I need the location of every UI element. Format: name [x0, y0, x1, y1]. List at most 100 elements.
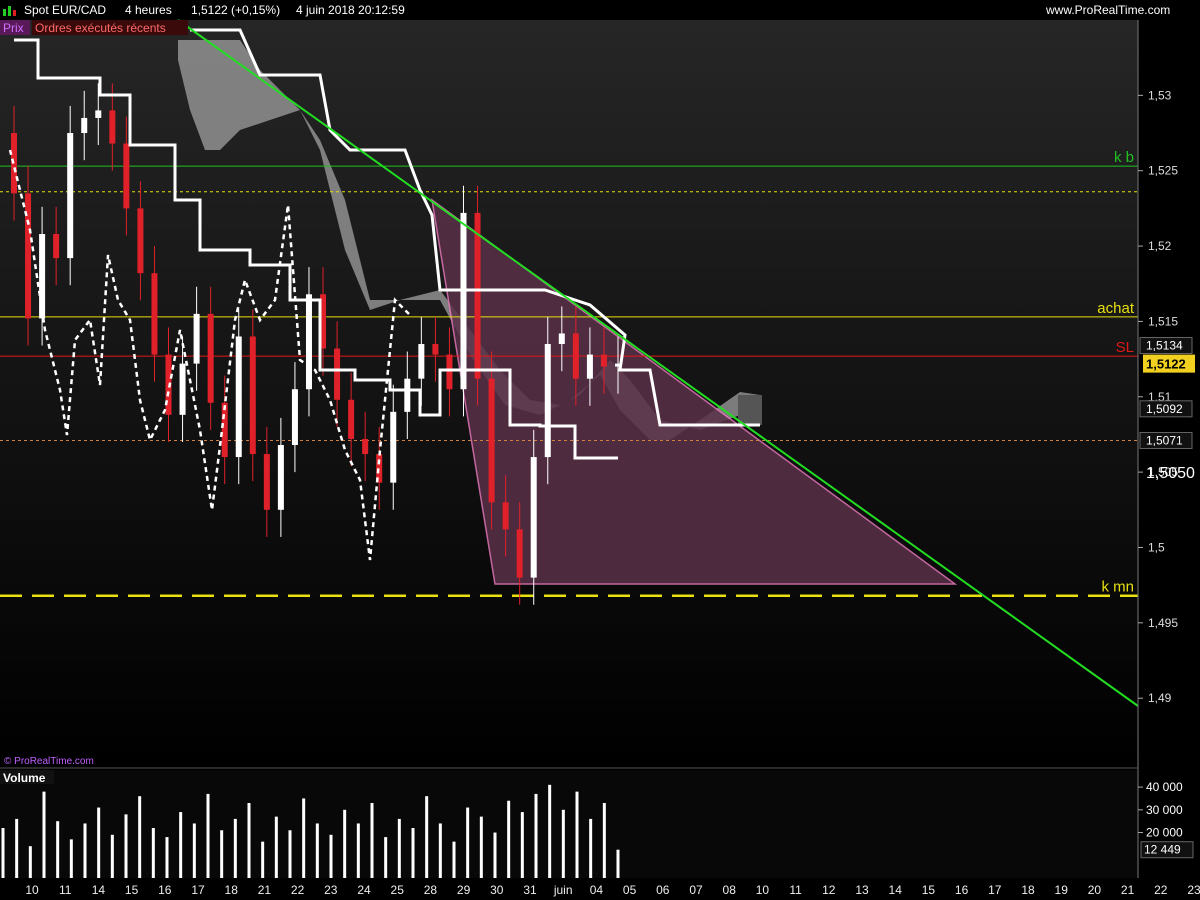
volume-panel-bg — [0, 770, 1138, 878]
candle-body — [474, 212, 481, 379]
x-date-label: 21 — [1121, 883, 1135, 897]
x-date-label: 14 — [92, 883, 106, 897]
x-date-label: 16 — [158, 883, 172, 897]
watermark: © ProRealTime.com — [4, 756, 94, 767]
candle-body — [179, 363, 186, 415]
volume-bar — [561, 809, 565, 878]
orders-panel-label: Ordres exécutés récents — [35, 21, 166, 35]
volume-panel-label: Volume — [3, 771, 46, 785]
volume-bar — [110, 834, 114, 878]
volume-bar — [138, 796, 142, 878]
candle-body — [53, 234, 60, 259]
x-date-label: juin — [553, 883, 573, 897]
candle-body — [530, 457, 537, 578]
volume-bar — [534, 793, 538, 878]
candle-body — [249, 336, 256, 455]
candle-body — [67, 133, 74, 259]
x-date-label: 24 — [357, 883, 371, 897]
candle-body — [291, 389, 298, 445]
x-date-label: 16 — [955, 883, 969, 897]
price-panel-label: Prix — [3, 21, 24, 35]
x-date-label: 11 — [59, 883, 72, 897]
x-date-label: 14 — [889, 883, 903, 897]
volume-bar — [261, 841, 265, 878]
candle-body — [600, 354, 607, 367]
volume-bar — [589, 818, 593, 878]
volume-bar — [274, 816, 278, 878]
price-chart: 1,531,5251,521,5151,511,5051,51,4951,491… — [0, 19, 1200, 897]
y-tick-label: 1,525 — [1148, 164, 1178, 178]
candle-body — [81, 117, 88, 134]
level-label: achat — [1097, 300, 1135, 317]
candle-body — [334, 348, 341, 400]
x-date-label: 11 — [789, 883, 802, 897]
x-date-label: 22 — [291, 883, 305, 897]
y-tick-label: 1,495 — [1148, 616, 1178, 630]
volume-bar — [520, 812, 524, 878]
candle-body — [432, 344, 439, 355]
x-date-label: 22 — [1154, 883, 1168, 897]
volume-bar — [1, 828, 5, 878]
x-date-label: 31 — [523, 883, 537, 897]
candle-body — [263, 454, 270, 510]
volume-bar — [602, 803, 606, 878]
candle-body — [362, 438, 369, 455]
x-date-label: 05 — [623, 883, 637, 897]
x-date-label: 23 — [324, 883, 338, 897]
volume-bar — [479, 816, 483, 878]
volume-bar — [192, 823, 196, 878]
volume-bar — [329, 834, 333, 878]
level-label: k b — [1114, 149, 1134, 166]
x-date-label: 19 — [1055, 883, 1069, 897]
volume-bar — [179, 812, 183, 878]
candle-body — [193, 313, 200, 364]
volume-tick-label: 40 000 — [1146, 780, 1183, 794]
volume-bar — [233, 818, 237, 878]
x-date-label: 17 — [988, 883, 1002, 897]
level-label: k mn — [1101, 579, 1134, 596]
x-date-label: 30 — [490, 883, 504, 897]
candle-body — [123, 143, 130, 209]
candle-body — [558, 333, 565, 345]
candle-body — [544, 344, 551, 458]
candle-body — [460, 212, 467, 390]
y-tick-label: 1,515 — [1148, 314, 1178, 328]
x-date-label: 08 — [723, 883, 737, 897]
level-label: SL — [1116, 339, 1134, 356]
volume-bar — [548, 784, 552, 878]
price-marker-label: 1,5134 — [1146, 339, 1183, 353]
x-date-label: 10 — [756, 883, 770, 897]
x-date-label: 17 — [191, 883, 205, 897]
volume-tick-label: 20 000 — [1146, 826, 1183, 840]
x-date-label: 21 — [258, 883, 272, 897]
volume-bar — [356, 823, 360, 878]
candle-body — [207, 313, 214, 403]
volume-bar — [206, 793, 210, 878]
volume-bar — [397, 818, 401, 878]
volume-bar — [315, 823, 319, 878]
candle-body — [502, 502, 509, 530]
candle-body — [418, 344, 425, 379]
x-date-label: 04 — [590, 883, 604, 897]
y-tick-label: 1,49 — [1148, 691, 1172, 705]
volume-bar — [124, 814, 128, 878]
x-date-label: 20 — [1088, 883, 1102, 897]
volume-bar — [466, 807, 470, 878]
y-tick-label: 1,52 — [1148, 239, 1172, 253]
x-date-label: 15 — [922, 883, 936, 897]
x-date-label: 10 — [25, 883, 39, 897]
volume-bar — [452, 841, 456, 878]
volume-bar — [42, 791, 46, 878]
x-date-label: 29 — [457, 883, 471, 897]
candle-body — [390, 411, 397, 483]
price-panel — [0, 19, 1139, 766]
x-date-label: 07 — [689, 883, 703, 897]
candle-body — [221, 402, 228, 458]
volume-bar — [28, 846, 32, 878]
volume-bar — [165, 837, 169, 878]
volume-bar — [302, 798, 306, 878]
candle-body — [488, 378, 495, 503]
price-marker-label: 1,5050 — [1146, 465, 1195, 482]
y-tick-label: 1,53 — [1148, 88, 1172, 102]
x-date-label: 18 — [1021, 883, 1035, 897]
